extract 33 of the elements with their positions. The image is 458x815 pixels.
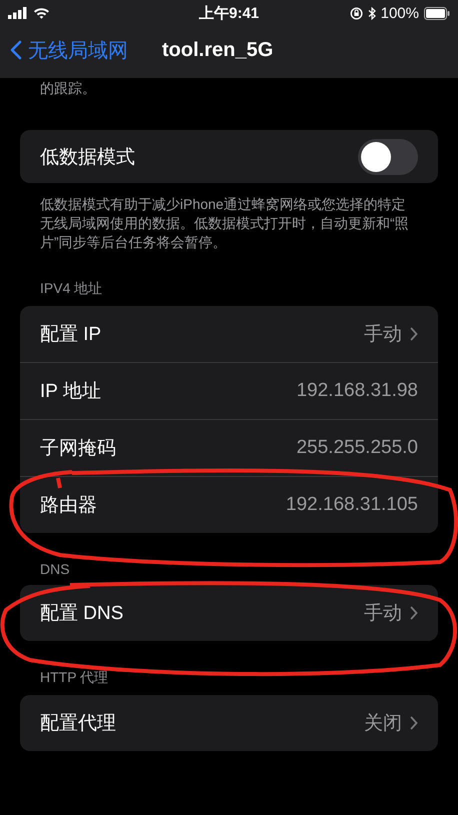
row-label: 路由器 (40, 494, 98, 518)
row-value: 192.168.31.105 (286, 494, 418, 516)
section-header: DNS (40, 561, 71, 577)
section-header: HTTP 代理 (40, 669, 110, 687)
row-label: IP 地址 (40, 380, 102, 404)
footer-text: 低数据模式有助于减少iPhone通过蜂窝网络或您选择的特定无线局域网使用的数据。低数据模式打开时，自动更新和“照片”同步等后台任务将会暂停。 (40, 195, 410, 252)
row-value: 192.168.31.98 (296, 380, 418, 402)
bluetooth-icon (368, 6, 376, 20)
row-label: 配置 IP (40, 323, 102, 347)
row-label: 配置 DNS (40, 602, 124, 626)
row-value: 255.255.255.0 (296, 437, 418, 459)
row-value: 手动 (364, 323, 402, 347)
rotation-lock-icon (350, 6, 363, 20)
footer-text: 的跟踪。 (40, 80, 97, 98)
battery-percent: 100% (380, 4, 419, 22)
chevron-icon (410, 716, 418, 730)
row-value: 关闭 (364, 712, 402, 736)
signal-icon (8, 7, 28, 19)
back-button[interactable]: 无线局域网 (10, 36, 128, 64)
status-time: 上午9:41 (198, 4, 260, 22)
wifi-icon (33, 7, 50, 19)
chevron-icon (410, 606, 418, 620)
nav-title: tool.ren_5G (162, 38, 274, 62)
row-value: 手动 (364, 602, 402, 626)
section-header: IPV4 地址 (40, 280, 104, 298)
battery-icon (424, 6, 450, 20)
back-chevron-icon (10, 40, 22, 60)
chevron-icon (410, 327, 418, 341)
row-label: 低数据模式 (40, 146, 135, 170)
row-label: 配置代理 (40, 712, 117, 736)
toggle-switch[interactable] (358, 138, 418, 174)
setting-row[interactable]: 低数据模式 (20, 130, 438, 183)
row-label: 子网掩码 (40, 437, 117, 461)
